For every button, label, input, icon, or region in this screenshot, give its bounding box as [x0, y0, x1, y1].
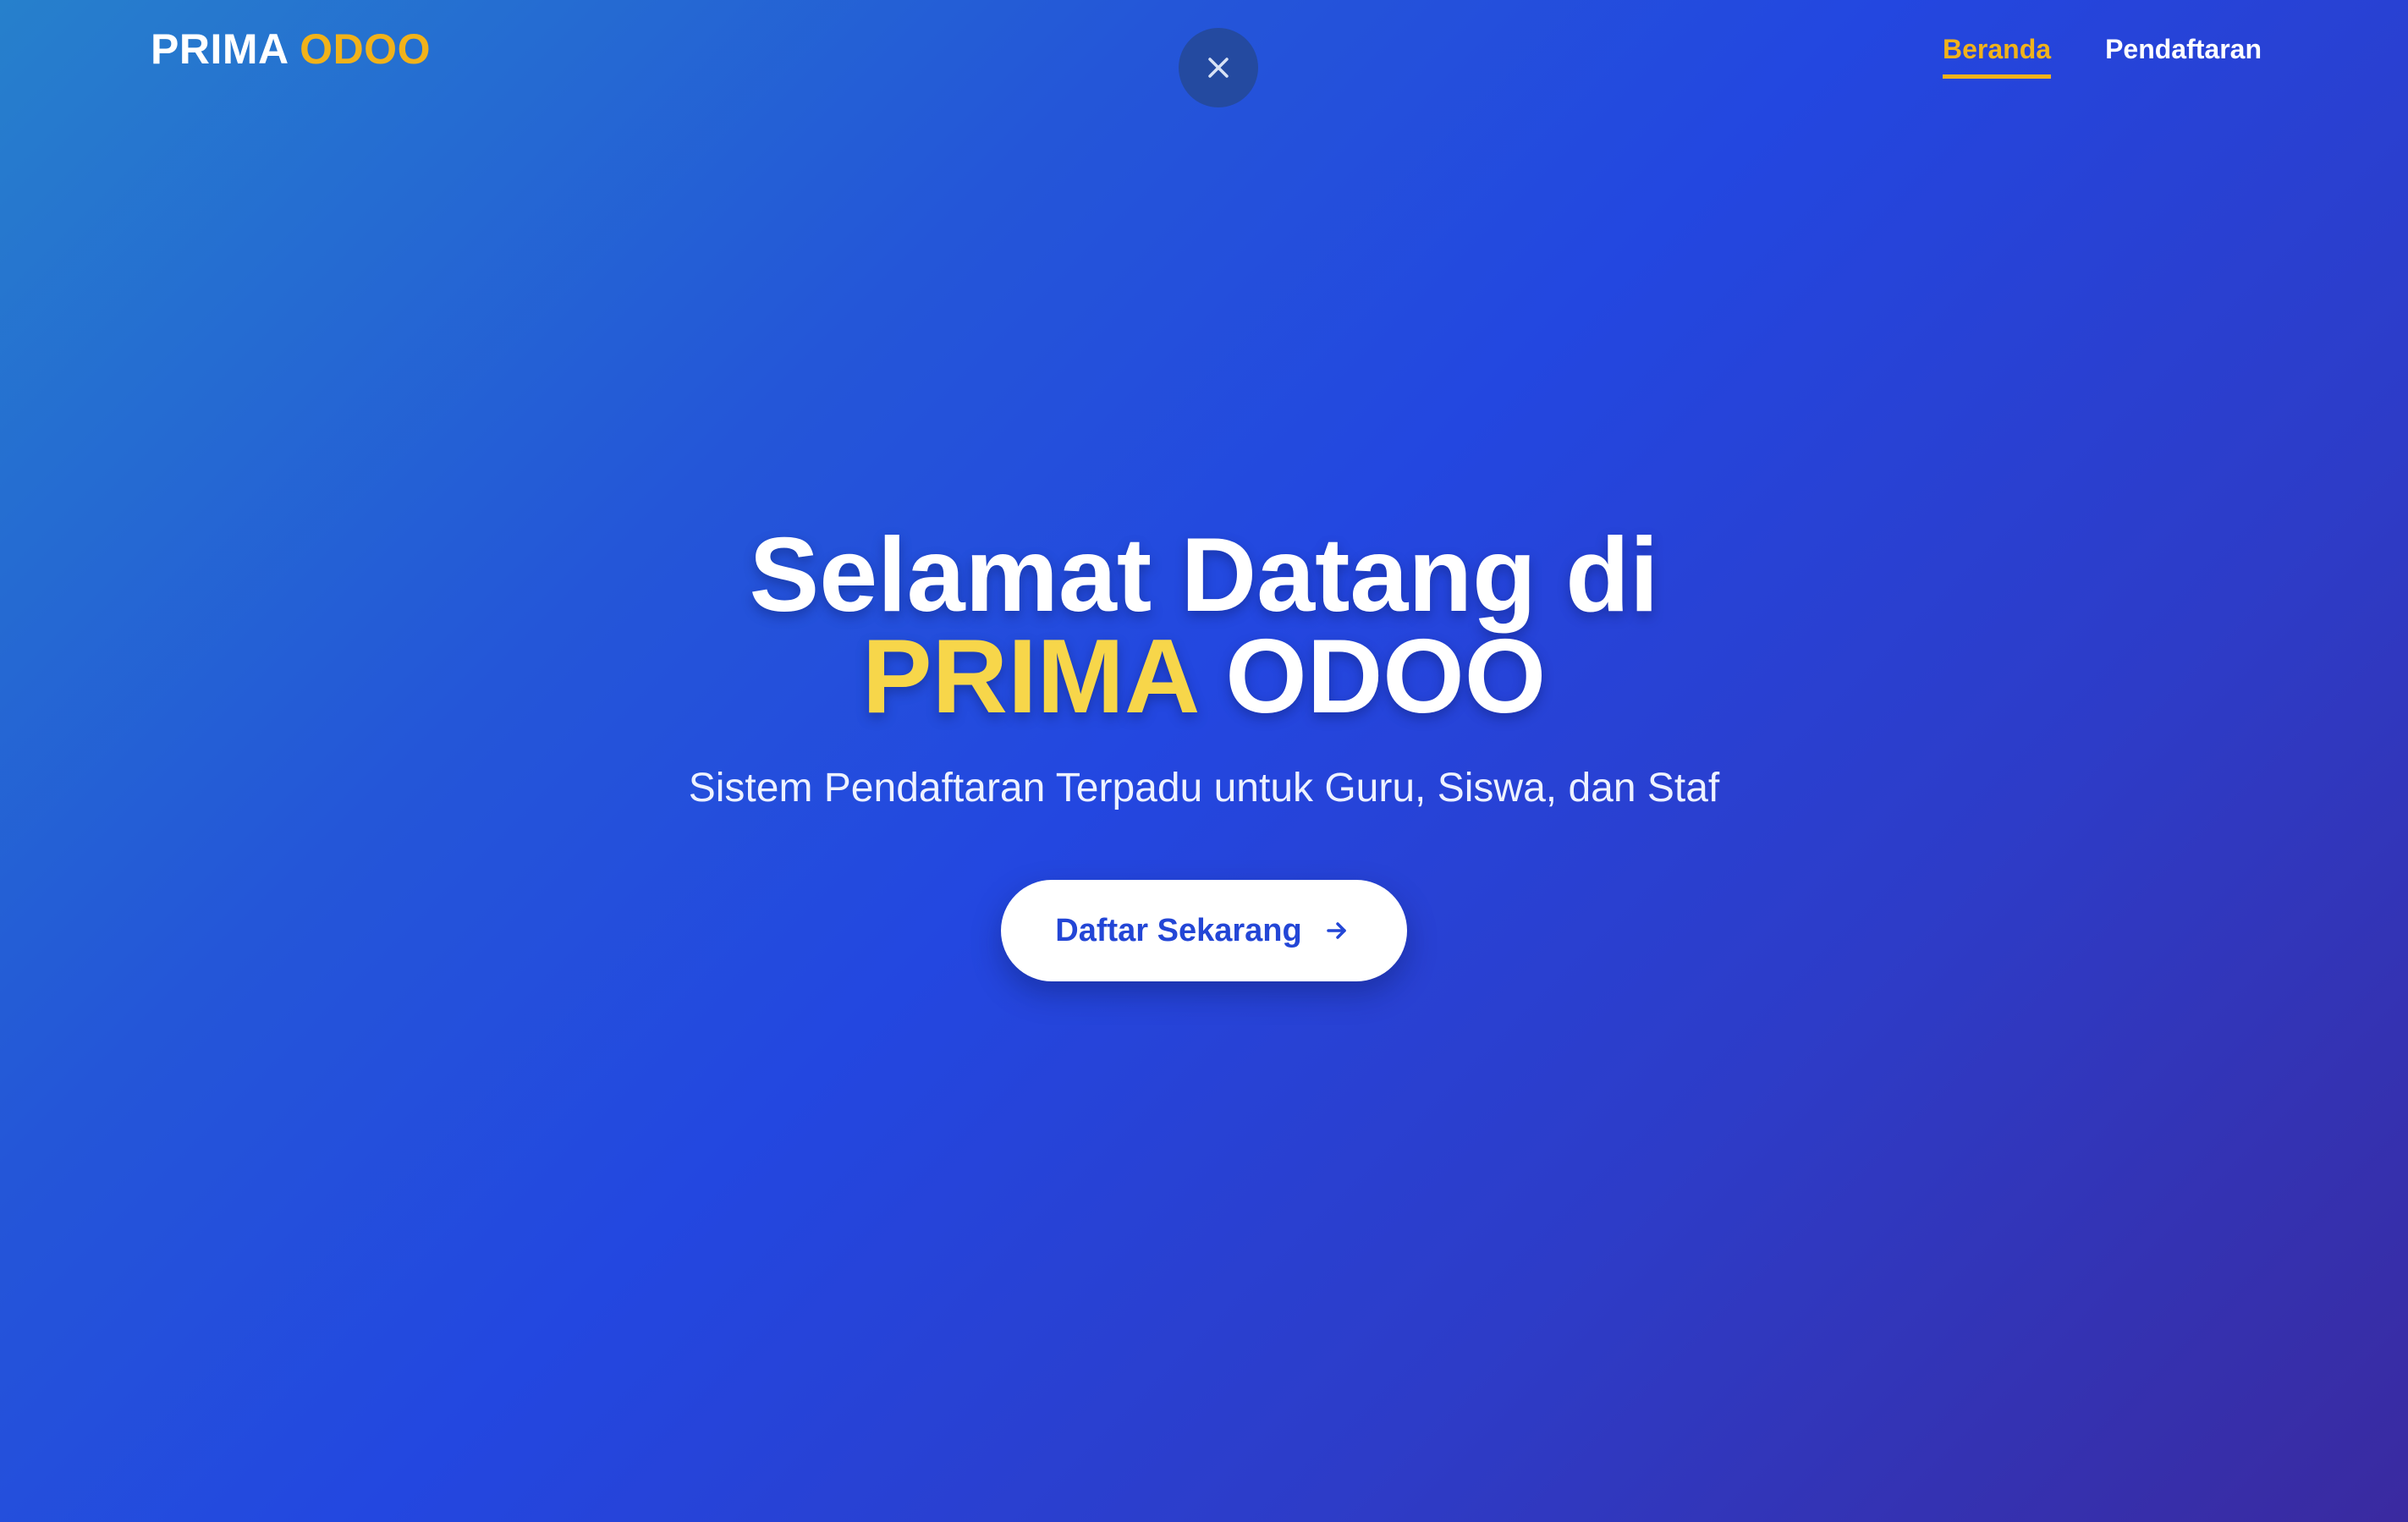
hero-title-highlight: PRIMA	[861, 618, 1196, 735]
nav-link-pendaftaran[interactable]: Pendaftaran	[2105, 29, 2262, 74]
register-now-button[interactable]: Daftar Sekarang	[1001, 880, 1407, 981]
register-now-label: Daftar Sekarang	[1055, 912, 1302, 948]
hero-title-rest: ODOO	[1225, 618, 1547, 735]
hero-section: Selamat Datang di PRIMA ODOO Sistem Pend…	[0, 523, 2408, 981]
hero-subtitle: Sistem Pendaftaran Terpadu untuk Guru, S…	[688, 766, 1720, 810]
hero-title-line1: Selamat Datang di	[749, 517, 1659, 634]
brand-accent-text: ODOO	[300, 25, 431, 73]
brand-primary-text: PRIMA	[151, 25, 288, 73]
nav-links: Beranda Pendaftaran	[1943, 29, 2262, 79]
close-icon	[1208, 58, 1229, 78]
navbar: PRIMA ODOO Beranda Pendaftaran	[0, 0, 2408, 107]
nav-link-beranda[interactable]: Beranda	[1943, 29, 2052, 79]
arrow-right-icon	[1326, 922, 1346, 939]
brand-logo[interactable]: PRIMA ODOO	[151, 24, 431, 74]
hero-title: Selamat Datang di PRIMA ODOO	[0, 523, 2408, 729]
close-button[interactable]	[1179, 28, 1258, 107]
